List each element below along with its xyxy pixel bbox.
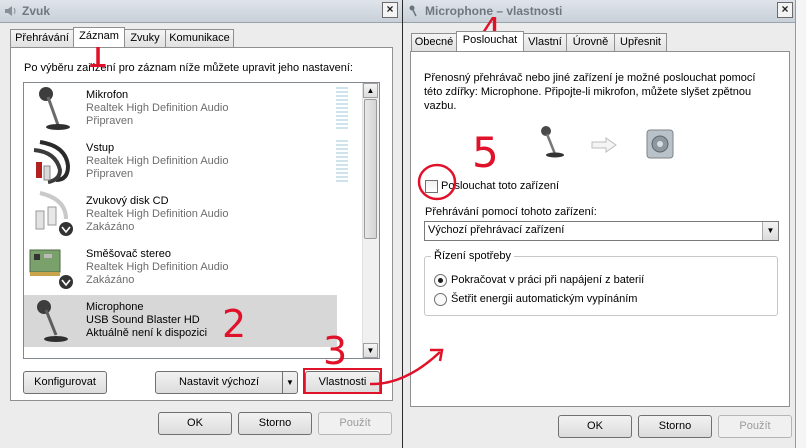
background-window-edge (795, 0, 806, 448)
device-driver: Realtek High Definition Audio (86, 155, 229, 167)
apply-button[interactable]: Použít (318, 412, 392, 435)
device-driver: Realtek High Definition Audio (86, 102, 229, 114)
tab-poslouchat[interactable]: Poslouchat (456, 31, 524, 51)
device-driver: Realtek High Definition Audio (86, 261, 229, 273)
list-item-selected[interactable]: Microphone USB Sound Blaster HD Aktuálně… (24, 295, 337, 347)
cancel-button[interactable]: Storno (238, 412, 312, 435)
tab-prehravani[interactable]: Přehrávání (10, 29, 74, 47)
radio-save-power-label[interactable]: Šetřit energii automatickým vypínáním (451, 293, 637, 305)
level-meter (336, 140, 348, 184)
listen-checkbox[interactable] (425, 180, 438, 193)
ok-button[interactable]: OK (158, 412, 232, 435)
description-line-3: vazbu. (424, 100, 457, 112)
device-name: Microphone (86, 301, 144, 313)
tab-vlastni[interactable]: Vlastní (523, 33, 567, 51)
sound-dialog-titlebar[interactable]: Zvuk × (0, 0, 402, 23)
description-line-1: Přenosný přehrávač nebo jiné zařízení je… (424, 72, 756, 84)
mic-properties-dialog: Microphone – vlastnosti × Obecné Poslouc… (403, 0, 795, 448)
radio-continue-on-battery[interactable] (434, 274, 447, 287)
list-item[interactable]: Směšovač stereo Realtek High Definition … (24, 242, 337, 294)
playback-device-label: Přehrávání pomocí tohoto zařízení: (425, 206, 597, 218)
level-meter (336, 87, 348, 131)
apply-button[interactable]: Použít (718, 415, 792, 438)
mic-dialog-titlebar[interactable]: Microphone – vlastnosti × (403, 0, 795, 23)
tab-zvuky[interactable]: Zvuky (124, 29, 166, 47)
ok-button[interactable]: OK (558, 415, 632, 438)
cd-cable-icon (35, 191, 73, 236)
device-name: Směšovač stereo (86, 248, 171, 260)
list-item[interactable]: Mikrofon Realtek High Definition Audio P… (24, 83, 348, 135)
scroll-down-button[interactable]: ▼ (363, 343, 378, 358)
sound-dialog-title: Zvuk (22, 4, 51, 18)
rca-cable-icon (33, 140, 71, 184)
playback-device-value: Výchozí přehrávací zařízení (428, 224, 565, 236)
cancel-button[interactable]: Storno (638, 415, 712, 438)
radio-continue-label[interactable]: Pokračovat v práci při napájení z bateri… (451, 274, 644, 286)
microphone-icon (541, 126, 564, 158)
device-status: Aktuálně není k dispozici (86, 327, 208, 339)
speaker-icon (646, 129, 674, 159)
list-item[interactable]: Vstup Realtek High Definition Audio Přip… (24, 136, 348, 188)
set-default-button[interactable]: Nastavit výchozí (155, 371, 283, 394)
power-management-title: Řízení spotřeby (431, 250, 515, 262)
recording-device-list[interactable]: Mikrofon Realtek High Definition Audio P… (23, 82, 380, 359)
tab-komunikace[interactable]: Komunikace (165, 29, 234, 47)
close-button[interactable]: × (777, 2, 793, 18)
tab-obecne[interactable]: Obecné (411, 33, 457, 51)
tab-zaznam[interactable]: Záznam (73, 27, 125, 47)
list-item[interactable]: Zvukový disk CD Realtek High Definition … (24, 189, 337, 241)
listen-checkbox-label[interactable]: Poslouchat toto zařízení (441, 180, 559, 192)
microphone-icon (39, 87, 70, 130)
close-button[interactable]: × (382, 2, 398, 18)
annotation-number-2: 2 (222, 302, 247, 346)
chevron-down-icon[interactable]: ▼ (762, 222, 778, 240)
scrollbar-thumb[interactable] (364, 99, 377, 239)
device-driver: USB Sound Blaster HD (86, 314, 200, 326)
device-status: Zakázáno (86, 221, 135, 233)
tab-urovne[interactable]: Úrovně (566, 33, 615, 51)
sound-card-icon (29, 249, 73, 289)
device-status: Připraven (86, 115, 134, 127)
playback-device-select[interactable]: Výchozí přehrávací zařízení ▼ (424, 221, 779, 241)
scroll-up-button[interactable]: ▲ (363, 83, 378, 98)
radio-selected-dot (438, 278, 443, 283)
arrow-right-icon (591, 137, 617, 153)
set-default-dropdown-arrow[interactable]: ▼ (282, 371, 298, 394)
speaker-icon (5, 6, 16, 16)
radio-save-power[interactable] (434, 293, 447, 306)
device-status: Připraven (86, 168, 134, 180)
description-line-2: této zdířky: Microphone. Připojte-li mik… (424, 86, 752, 98)
annotation-number-3: 3 (323, 329, 348, 373)
power-management-group (424, 256, 778, 316)
device-name: Zvukový disk CD (86, 195, 169, 207)
device-status: Zakázáno (86, 274, 135, 286)
device-name: Mikrofon (86, 89, 129, 101)
vertical-scrollbar[interactable]: ▲ ▼ (362, 83, 379, 358)
instruction-text: Po výběru zařízení pro záznam níže můžet… (24, 62, 353, 74)
device-name: Vstup (86, 142, 115, 154)
microphone-small-icon (409, 5, 417, 17)
sound-dialog: Zvuk × Přehrávání Záznam Zvuky Komunikac… (0, 0, 402, 448)
properties-button[interactable]: Vlastnosti (305, 371, 380, 394)
device-driver: Realtek High Definition Audio (86, 208, 229, 220)
annotation-number-5: 5 (472, 128, 499, 177)
configure-button[interactable]: Konfigurovat (23, 371, 107, 394)
microphone-icon (37, 300, 68, 342)
tab-upresnit[interactable]: Upřesnit (614, 33, 667, 51)
